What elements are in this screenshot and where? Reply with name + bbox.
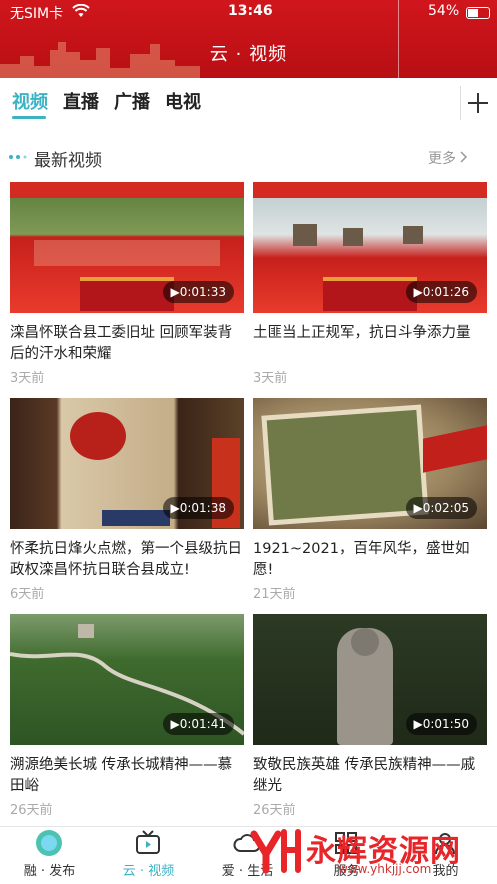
video-thumbnail: ▶0:01:41 [10,614,244,745]
video-title: 1921~2021，百年风华，盛世如愿! [253,541,470,578]
watermark-logo-icon [250,829,301,874]
watermark-url: www.yhkjjj.com [338,862,432,876]
video-thumbnail: ▶0:01:50 [253,614,487,745]
tabbar-item-publish[interactable]: 融 · 发布 [0,827,99,884]
duration-badge: ▶0:02:05 [405,497,477,519]
add-channel-button[interactable] [460,86,495,120]
video-date: 3天前 [253,371,288,386]
video-title: 滦昌怀联合县工委旧址 回顾军装背后的汗水和荣耀 [10,325,233,362]
video-card[interactable]: ▶0:02:05 1921~2021，百年风华，盛世如愿! 21天前 [253,398,487,602]
duration-badge: ▶0:01:50 [405,713,477,735]
video-card[interactable]: ▶0:01:33 滦昌怀联合县工委旧址 回顾军装背后的汗水和荣耀 3天前 [10,182,244,386]
battery-icon [466,7,490,19]
video-date: 3天前 [10,371,45,386]
duration-text: 0:02:05 [422,501,469,515]
video-title: 溯源绝美长城 传承长城精神——慕田峪 [10,757,233,794]
carrier-label: 无SIM卡 [10,6,64,22]
header-divider [398,0,399,78]
duration-text: 0:01:26 [422,285,469,299]
video-date: 26天前 [253,803,296,818]
video-thumbnail: ▶0:01:26 [253,182,487,313]
duration-text: 0:01:38 [179,501,226,515]
wifi-icon [72,4,90,17]
status-bar: 无SIM卡 13:46 54% [0,3,497,23]
page-title: 云 · 视频 [209,44,288,65]
duration-text: 0:01:50 [422,717,469,731]
tab-radio[interactable]: 广播 [114,88,150,114]
video-title: 怀柔抗日烽火点燃，第一个县级抗日政权滦昌怀抗日联合县成立! [10,541,242,578]
tab-tv[interactable]: 电视 [165,88,201,114]
section-dots-icon [9,155,27,159]
more-link[interactable]: 更多 [428,148,468,168]
rong-logo-icon [36,830,62,856]
section-title: 最新视频 [34,151,102,171]
battery-percent: 54% [428,3,460,19]
tv-icon [136,830,160,854]
tabbar-item-video[interactable]: 云 · 视频 [99,827,198,884]
tab-video[interactable]: 视频 [12,88,48,114]
video-date: 26天前 [10,803,53,818]
video-card[interactable]: ▶0:01:26 土匪当上正规军，抗日斗争添力量 3天前 [253,182,487,386]
duration-badge: ▶0:01:26 [405,281,477,303]
video-thumbnail: ▶0:01:33 [10,182,244,313]
video-card[interactable]: ▶0:01:41 溯源绝美长城 传承长城精神——慕田峪 26天前 [10,614,244,818]
duration-badge: ▶0:01:41 [162,713,234,735]
clock: 13:46 [228,3,273,19]
video-title: 致敬民族英雄 传承民族精神——戚继光 [253,757,476,794]
duration-text: 0:01:41 [179,717,226,731]
app-header: 无SIM卡 13:46 54% 云 · 视频 [0,0,497,78]
plus-icon [468,93,488,113]
video-card[interactable]: ▶0:01:38 怀柔抗日烽火点燃，第一个县级抗日政权滦昌怀抗日联合县成立! 6… [10,398,244,602]
duration-badge: ▶0:01:38 [162,497,234,519]
duration-badge: ▶0:01:33 [162,281,234,303]
video-thumbnail: ▶0:01:38 [10,398,244,529]
active-tab-indicator [12,116,46,119]
video-date: 21天前 [253,587,296,602]
tabbar-label: 融 · 发布 [23,864,76,879]
watermark: 永辉资源网 www.yhkjjj.com [246,822,496,880]
tab-live[interactable]: 直播 [63,88,99,114]
video-date: 6天前 [10,587,45,602]
video-card[interactable]: ▶0:01:50 致敬民族英雄 传承民族精神——戚继光 26天前 [253,614,487,818]
more-label: 更多 [428,151,456,167]
video-thumbnail: ▶0:02:05 [253,398,487,529]
chevron-right-icon [460,151,468,163]
tabbar-label: 云 · 视频 [122,864,175,879]
video-title: 土匪当上正规军，抗日斗争添力量 [253,325,471,341]
duration-text: 0:01:33 [179,285,226,299]
